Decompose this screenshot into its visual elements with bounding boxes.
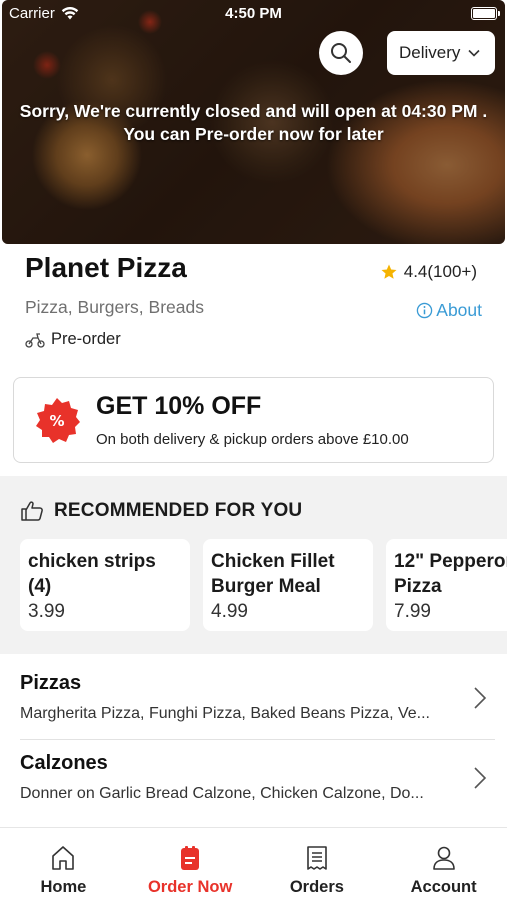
about-label: About <box>436 300 482 320</box>
bottom-navigation: Home Order Now Orders Account <box>0 827 507 900</box>
preorder-indicator: Pre-order <box>25 330 121 349</box>
nav-home-label: Home <box>40 878 87 896</box>
scooter-icon <box>25 332 45 348</box>
home-icon <box>52 846 75 870</box>
nav-account-label: Account <box>410 878 477 896</box>
closed-message-line1: Sorry, We're currently closed and will o… <box>19 101 488 121</box>
discount-badge-icon: % <box>36 398 80 443</box>
offer-card[interactable]: % GET 10% OFF On both delivery & pickup … <box>13 377 494 463</box>
recommended-heading: RECOMMENDED FOR YOU <box>20 500 302 522</box>
battery-icon <box>471 7 500 20</box>
restaurant-rating: 4.4(100+) <box>380 262 477 282</box>
recommended-section: RECOMMENDED FOR YOU chicken strips (4) 3… <box>0 476 507 654</box>
category-row-pizzas[interactable]: Pizzas Margherita Pizza, Funghi Pizza, B… <box>0 660 507 740</box>
recommended-item-name: 12" Pepperoni Pizza <box>394 551 507 597</box>
category-title: Calzones <box>20 752 108 774</box>
chevron-right-icon <box>474 767 487 789</box>
status-time: 4:50 PM <box>225 5 282 22</box>
thumbs-up-icon <box>21 501 43 521</box>
nav-order-now-label: Order Now <box>147 878 233 896</box>
category-row-calzones[interactable]: Calzones Donner on Garlic Bread Calzone,… <box>0 740 507 820</box>
recommended-item-name: Chicken Fillet Burger Meal <box>211 551 335 597</box>
nav-account[interactable]: Account <box>380 828 507 900</box>
search-icon <box>331 43 351 63</box>
nav-order-now[interactable]: Order Now <box>127 828 254 900</box>
category-title: Pizzas <box>20 672 82 694</box>
restaurant-name: Planet Pizza <box>25 252 187 283</box>
nav-home[interactable]: Home <box>0 828 127 900</box>
recommended-item[interactable]: 12" Pepperoni Pizza 7.99 <box>386 539 507 631</box>
info-icon <box>417 302 433 319</box>
category-items: Donner on Garlic Bread Calzone, Chicken … <box>20 785 424 802</box>
closed-message: Sorry, We're currently closed and will o… <box>0 100 507 146</box>
recommended-item[interactable]: Chicken Fillet Burger Meal 4.99 <box>203 539 373 631</box>
closed-message-line2: You can Pre-order now for later <box>123 124 384 144</box>
offer-subtitle: On both delivery & pickup orders above £… <box>96 431 409 448</box>
order-bag-icon <box>181 846 200 870</box>
preorder-label: Pre-order <box>51 330 121 348</box>
chevron-right-icon <box>474 687 487 709</box>
nav-orders[interactable]: Orders <box>254 828 381 900</box>
recommended-item-name: chicken strips (4) <box>28 551 156 597</box>
delivery-mode-dropdown[interactable]: Delivery <box>387 31 495 75</box>
recommended-item-price: 7.99 <box>394 601 431 622</box>
receipt-icon <box>307 846 327 870</box>
search-button[interactable] <box>319 31 363 75</box>
svg-text:%: % <box>49 412 64 430</box>
chevron-down-icon <box>468 49 480 57</box>
offer-title: GET 10% OFF <box>96 392 262 420</box>
rating-value: 4.4(100+) <box>403 262 477 281</box>
recommended-item-price: 4.99 <box>211 601 248 622</box>
recommended-item-price: 3.99 <box>28 601 65 622</box>
status-bar: Carrier 4:50 PM <box>0 0 507 26</box>
recommended-heading-label: RECOMMENDED FOR YOU <box>54 500 303 521</box>
user-icon <box>432 846 455 870</box>
recommended-item[interactable]: chicken strips (4) 3.99 <box>20 539 190 631</box>
about-link[interactable]: About <box>416 300 482 321</box>
restaurant-cuisines: Pizza, Burgers, Breads <box>25 297 204 317</box>
category-items: Margherita Pizza, Funghi Pizza, Baked Be… <box>20 705 430 722</box>
delivery-mode-label: Delivery <box>399 43 461 62</box>
star-icon <box>381 264 397 279</box>
nav-orders-label: Orders <box>289 878 344 896</box>
